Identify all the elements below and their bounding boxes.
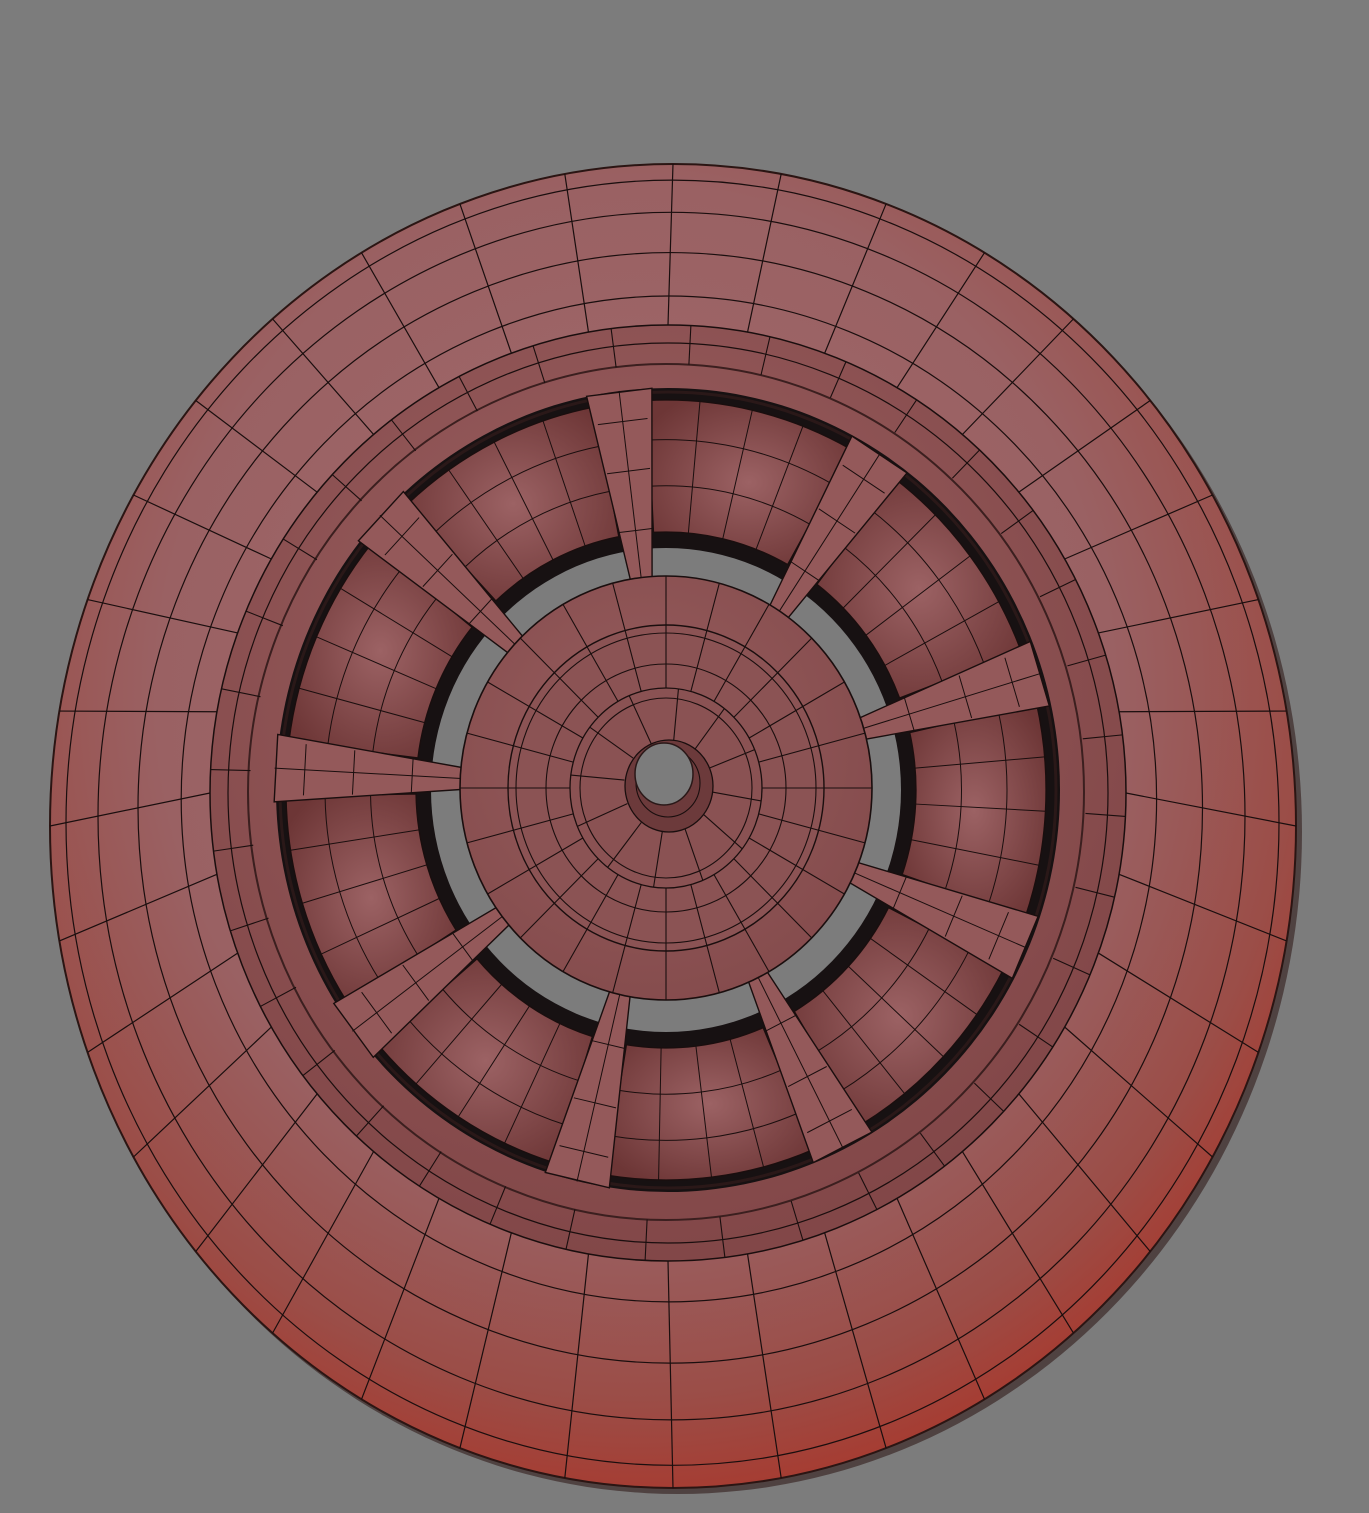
viewport-background: [0, 0, 1369, 1513]
axle-hole: [634, 742, 694, 806]
wheel-render: [49, 163, 1302, 1494]
